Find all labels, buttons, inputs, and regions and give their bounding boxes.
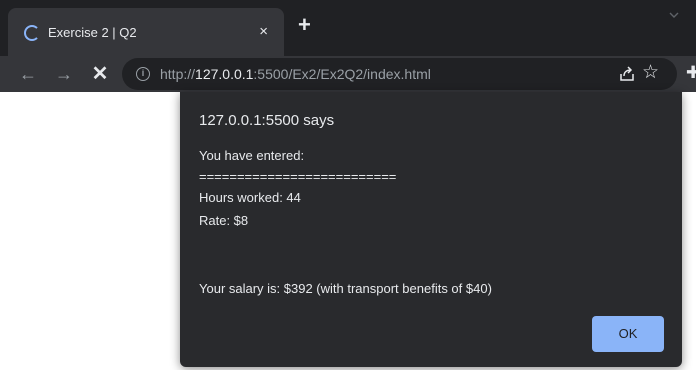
alert-dialog: 127.0.0.1:5500 says You have entered: ==… (180, 92, 682, 367)
new-tab-icon[interactable]: + (298, 14, 311, 36)
browser-tab[interactable]: Exercise 2 | Q2 × (8, 8, 284, 56)
site-info-icon[interactable]: i (136, 67, 150, 81)
message-line-entered: You have entered: (199, 148, 305, 163)
extensions-puzzle-icon[interactable]: ✚ (686, 63, 696, 83)
back-button[interactable]: ← (16, 62, 40, 86)
share-icon[interactable] (618, 65, 636, 83)
bookmark-star-icon[interactable]: ☆ (642, 62, 659, 84)
message-line-hours: Hours worked: 44 (199, 190, 301, 205)
message-line-separator: ========================== (199, 169, 397, 184)
url-scheme: http:// (160, 66, 196, 82)
tab-close-icon[interactable]: × (259, 23, 268, 41)
url-path: :5500/Ex2/Ex2Q2/index.html (253, 66, 431, 82)
tab-strip: Exercise 2 | Q2 × + (0, 0, 696, 56)
url-text[interactable]: http://127.0.0.1:5500/Ex2/Ex2Q2/index.ht… (160, 65, 431, 83)
tab-title: Exercise 2 | Q2 (48, 25, 137, 40)
message-line-rate: Rate: $8 (199, 213, 249, 228)
stop-button[interactable]: ✕ (88, 62, 112, 86)
ok-button[interactable]: OK (592, 316, 664, 352)
dialog-title: 127.0.0.1:5500 says (199, 112, 335, 129)
address-bar[interactable]: i http://127.0.0.1:5500/Ex2/Ex2Q2/index.… (122, 58, 677, 90)
browser-toolbar: ← → ✕ i http://127.0.0.1:5500/Ex2/Ex2Q2/… (0, 56, 696, 92)
url-host: 127.0.0.1 (195, 66, 254, 82)
tab-search-icon[interactable] (669, 10, 679, 20)
forward-button[interactable]: → (52, 62, 76, 86)
loading-spinner-icon (24, 25, 40, 41)
message-line-salary: Your salary is: $392 (with transport ben… (199, 281, 492, 296)
